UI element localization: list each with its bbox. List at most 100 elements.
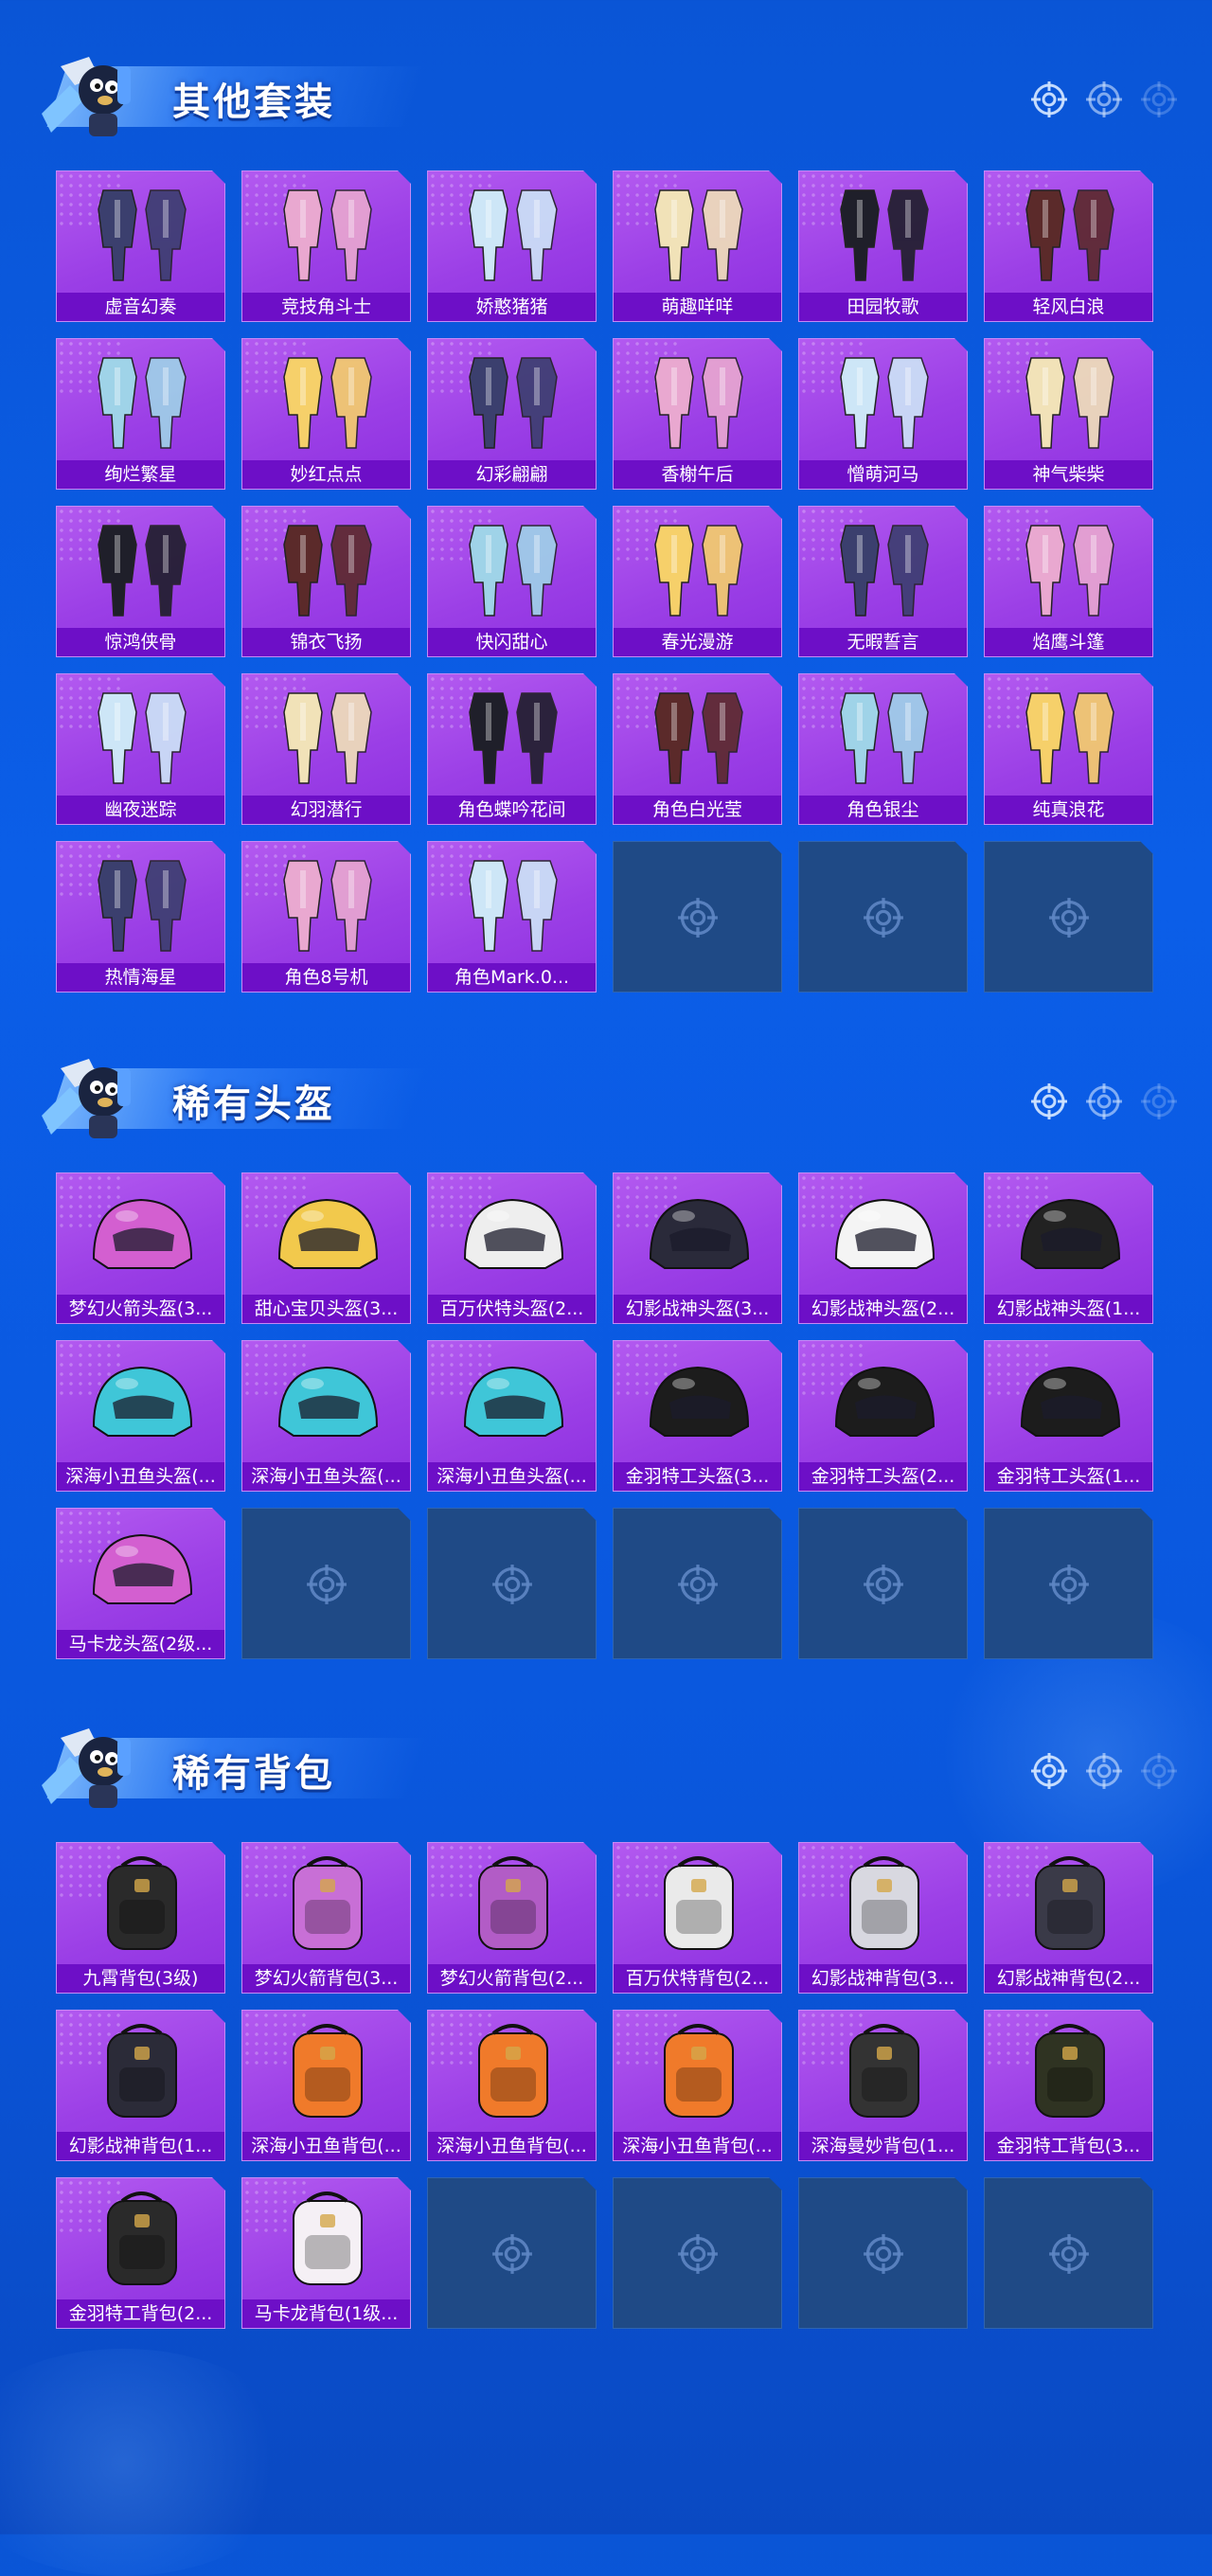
empty-slot (798, 2177, 968, 2329)
item-card[interactable]: 锦衣飞扬 (241, 506, 411, 657)
mascot-icon (32, 1049, 155, 1144)
outfit-icon (451, 516, 575, 622)
helmet-icon (822, 1183, 946, 1289)
item-card[interactable]: 幻影战神头盔(1... (984, 1172, 1153, 1324)
outfit-icon (451, 851, 575, 957)
item-card[interactable]: 金羽特工背包(3... (984, 2010, 1153, 2161)
item-card[interactable]: 金羽特工背包(2... (56, 2177, 225, 2329)
item-card[interactable]: 甜心宝贝头盔(3... (241, 1172, 411, 1324)
backpack-icon (636, 1852, 760, 1959)
empty-slot (427, 1508, 597, 1659)
item-card[interactable]: 深海小丑鱼背包(... (613, 2010, 782, 2161)
item-card[interactable]: 香榭午后 (613, 338, 782, 490)
item-card[interactable]: 角色银尘 (798, 673, 968, 825)
item-name: 香榭午后 (614, 460, 781, 489)
item-card[interactable]: 马卡龙头盔(2级... (56, 1508, 225, 1659)
item-card[interactable]: 深海小丑鱼头盔(... (427, 1340, 597, 1492)
item-name: 深海曼妙背包(1... (799, 2132, 967, 2160)
item-name: 热情海星 (57, 963, 224, 992)
item-name: 快闪甜心 (428, 628, 596, 656)
item-card[interactable]: 幻影战神背包(2... (984, 1842, 1153, 1994)
item-card[interactable]: 百万伏特背包(2... (613, 1842, 782, 1994)
item-name: 纯真浪花 (985, 796, 1152, 824)
item-card[interactable]: 娇憨猪猪 (427, 170, 597, 322)
item-card[interactable]: 焰鹰斗篷 (984, 506, 1153, 657)
backpack-icon (1007, 1852, 1132, 1959)
item-name: 金羽特工背包(3... (985, 2132, 1152, 2160)
item-card[interactable]: 梦幻火箭背包(2... (427, 1842, 597, 1994)
item-card[interactable]: 妙红点点 (241, 338, 411, 490)
item-card[interactable]: 幻影战神背包(1... (56, 2010, 225, 2161)
item-card[interactable]: 幻影战神头盔(2... (798, 1172, 968, 1324)
item-card[interactable]: 角色白光莹 (613, 673, 782, 825)
crosshair-icon (1140, 1082, 1178, 1120)
item-card[interactable]: 幽夜迷踪 (56, 673, 225, 825)
crosshair-icon (1140, 80, 1178, 118)
item-card[interactable]: 幻彩翩翩 (427, 338, 597, 490)
item-card[interactable]: 萌趣咩咩 (613, 170, 782, 322)
item-card[interactable]: 竞技角斗士 (241, 170, 411, 322)
crosshair-decoration (1030, 1082, 1178, 1120)
item-card[interactable]: 轻风白浪 (984, 170, 1153, 322)
item-card[interactable]: 春光漫游 (613, 506, 782, 657)
item-card[interactable]: 百万伏特头盔(2... (427, 1172, 597, 1324)
empty-slot (427, 2177, 597, 2329)
backpack-icon (822, 2020, 946, 2126)
item-card[interactable]: 绚烂繁星 (56, 338, 225, 490)
item-card[interactable]: 九霄背包(3级) (56, 1842, 225, 1994)
item-card[interactable]: 深海小丑鱼背包(... (427, 2010, 597, 2161)
backpack-icon (822, 1852, 946, 1959)
item-name: 深海小丑鱼背包(... (614, 2132, 781, 2160)
section-rare-backpacks: 稀有背包 九霄背包(3级) 梦幻火箭背包(3... 梦幻火箭背包(2... 百万伏特背包… (0, 1709, 1212, 2372)
item-card[interactable]: 惊鸿侠骨 (56, 506, 225, 657)
section-header-rare-helmets: 稀有头盔 (0, 1040, 1212, 1154)
item-card[interactable]: 梦幻火箭背包(3... (241, 1842, 411, 1994)
helmet-icon (636, 1183, 760, 1289)
item-card[interactable]: 角色Mark.0... (427, 841, 597, 993)
backpack-icon (265, 2020, 389, 2126)
item-name: 角色蝶吟花间 (428, 796, 596, 824)
item-card[interactable]: 幻影战神头盔(3... (613, 1172, 782, 1324)
item-card[interactable]: 幻羽潜行 (241, 673, 411, 825)
item-card[interactable]: 深海曼妙背包(1... (798, 2010, 968, 2161)
item-card[interactable]: 憎萌河马 (798, 338, 968, 490)
mascot-icon (32, 47, 155, 142)
item-card[interactable]: 深海小丑鱼头盔(... (56, 1340, 225, 1492)
helmet-icon (451, 1351, 575, 1457)
item-card[interactable]: 幻影战神背包(3... (798, 1842, 968, 1994)
item-card[interactable]: 马卡龙背包(1级... (241, 2177, 411, 2329)
item-card[interactable]: 深海小丑鱼头盔(... (241, 1340, 411, 1492)
item-card[interactable]: 热情海星 (56, 841, 225, 993)
outfit-icon (80, 181, 204, 287)
item-card[interactable]: 神气柴柴 (984, 338, 1153, 490)
item-name: 幻影战神背包(1... (57, 2132, 224, 2160)
crosshair-decoration (1030, 1752, 1178, 1790)
outfit-icon (1007, 684, 1132, 790)
outfit-icon (451, 349, 575, 455)
item-card[interactable]: 快闪甜心 (427, 506, 597, 657)
item-card[interactable]: 金羽特工头盔(1... (984, 1340, 1153, 1492)
item-card[interactable]: 梦幻火箭头盔(3... (56, 1172, 225, 1324)
backpack-icon (265, 1852, 389, 1959)
item-card[interactable]: 无暇誓言 (798, 506, 968, 657)
item-card[interactable]: 角色8号机 (241, 841, 411, 993)
empty-slot (984, 1508, 1153, 1659)
item-name: 幻影战神背包(2... (985, 1964, 1152, 1993)
section-other-outfits: 其他套装 虚音幻奏 竞技角斗士 娇憨猪猪 萌趣咩咩 田园牧歌 轻风白浪 绚烂繁星 妙红点点 幻彩翩… (0, 38, 1212, 1023)
item-card[interactable]: 深海小丑鱼背包(... (241, 2010, 411, 2161)
item-card[interactable]: 纯真浪花 (984, 673, 1153, 825)
item-name: 春光漫游 (614, 628, 781, 656)
item-card[interactable]: 金羽特工头盔(2... (798, 1340, 968, 1492)
outfit-icon (80, 851, 204, 957)
outfit-icon (80, 684, 204, 790)
item-name: 幻影战神头盔(1... (985, 1295, 1152, 1323)
item-card[interactable]: 田园牧歌 (798, 170, 968, 322)
helmet-icon (80, 1183, 204, 1289)
item-name: 娇憨猪猪 (428, 293, 596, 321)
item-card[interactable]: 虚音幻奏 (56, 170, 225, 322)
item-name: 角色8号机 (242, 963, 410, 992)
item-card[interactable]: 金羽特工头盔(3... (613, 1340, 782, 1492)
item-name: 神气柴柴 (985, 460, 1152, 489)
item-card[interactable]: 角色蝶吟花间 (427, 673, 597, 825)
section-rare-helmets: 稀有头盔 梦幻火箭头盔(3... 甜心宝贝头盔(3... 百万伏特头盔(2... 幻影战… (0, 1040, 1212, 1703)
